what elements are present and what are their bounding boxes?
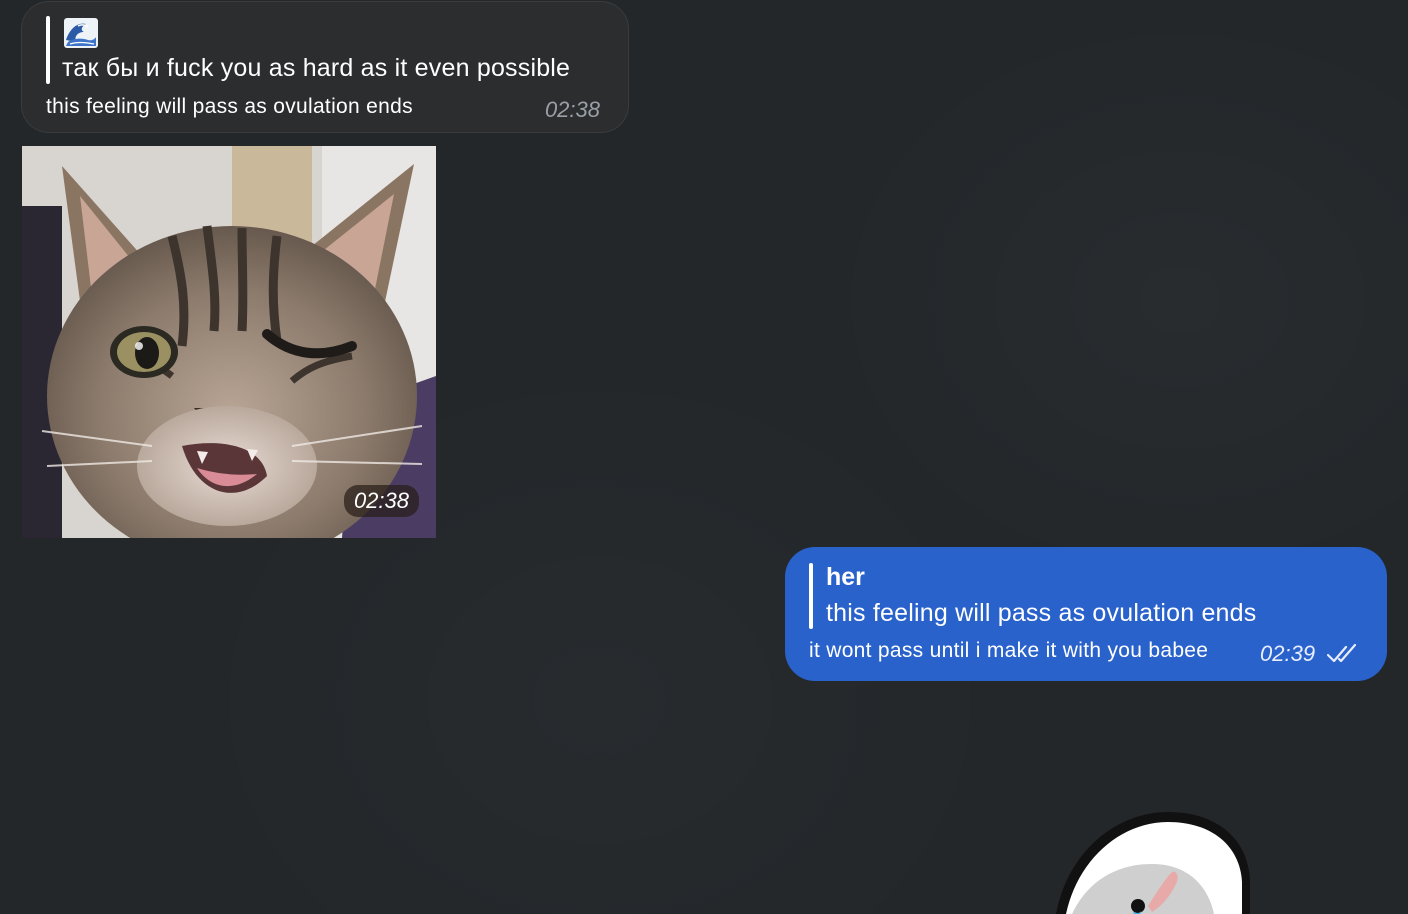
photo-time: 02:38 [343, 485, 419, 517]
outgoing-message-bubble[interactable]: her this feeling will pass as ovulation … [785, 547, 1387, 681]
quote-bar [809, 563, 813, 629]
incoming-message-bubble[interactable]: так бы и fuck you as hard as it even pos… [21, 1, 629, 133]
quote-bar [46, 16, 50, 84]
message-time: 02:39 [1260, 641, 1316, 666]
message-time: 02:38 [544, 97, 600, 122]
message-text: this feeling will pass as ovulation ends [46, 95, 413, 118]
quote-text: так бы и fuck you as hard as it even pos… [62, 54, 571, 82]
message-text: it wont pass until i make it with you ba… [809, 639, 1209, 662]
white-blob-sticker [1056, 812, 1250, 914]
winking-kitten-image [22, 146, 436, 538]
chat-history[interactable]: так бы и fuck you as hard as it even pos… [0, 0, 1408, 914]
quote-author: her [826, 563, 865, 591]
sticker-message[interactable] [1048, 810, 1254, 914]
double-check-icon [1327, 643, 1357, 663]
photo-message[interactable]: 02:38 [22, 146, 436, 538]
quote-text: this feeling will pass as ovulation ends [826, 599, 1257, 627]
wave-icon [64, 18, 98, 48]
